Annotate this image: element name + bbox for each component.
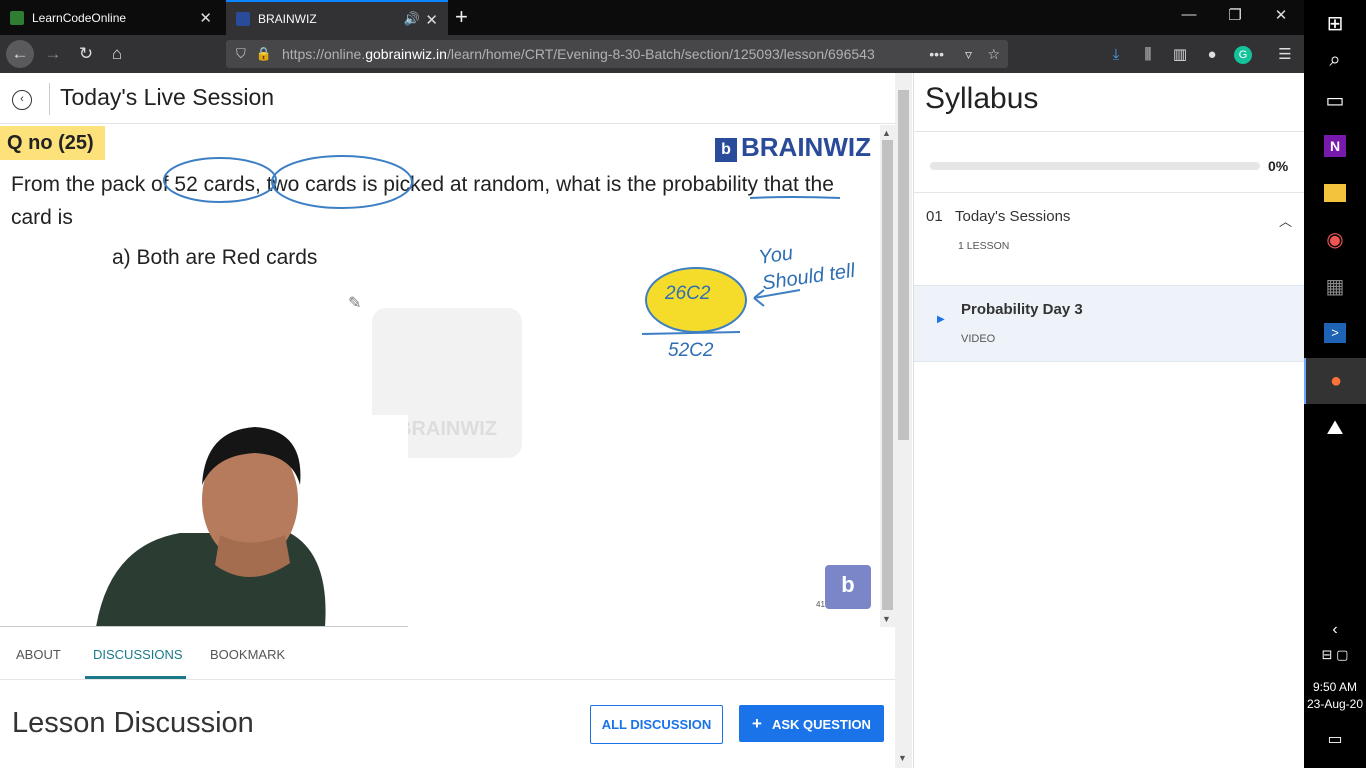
menu-hamburger-icon[interactable]: ☰ <box>1275 45 1295 65</box>
firefox-icon[interactable]: ● <box>1304 358 1366 404</box>
ask-question-button[interactable]: + ASK QUESTION <box>739 705 884 742</box>
notifications-icon[interactable]: ▭ <box>1304 716 1366 762</box>
download-icon[interactable]: ⤓ <box>1106 45 1126 65</box>
pen-cursor-icon: ✎ <box>348 295 362 312</box>
browser-tab-brainwiz[interactable]: BRAINWIZ 🔊 ✕ <box>226 0 448 35</box>
lesson-type: VIDEO <box>961 333 996 345</box>
url-bar[interactable]: ⛉ 🔒 https://online. gobrainwiz.in/learn/h… <box>226 40 1008 68</box>
url-prefix: https://online. <box>281 46 366 62</box>
tab-title: LearnCodeOnline <box>32 10 127 25</box>
brainwiz-favicon-icon <box>236 11 250 26</box>
page-scrollbar-thumb[interactable] <box>898 90 909 440</box>
syllabus-panel <box>913 73 1304 768</box>
system-clock[interactable]: 9:50 AM 23-Aug-20 <box>1304 679 1366 713</box>
sidebar-icon[interactable]: ▥ <box>1170 45 1190 65</box>
video-scrollbar-thumb[interactable] <box>882 140 893 610</box>
onenote-icon[interactable]: N <box>1304 123 1366 169</box>
powershell-icon[interactable]: > <box>1304 310 1366 356</box>
syllabus-divider <box>914 131 1304 132</box>
active-tab-underline <box>85 676 186 679</box>
file-explorer-icon[interactable] <box>1304 170 1366 216</box>
page-scroll-down-icon[interactable]: ▼ <box>898 753 907 763</box>
tab-about[interactable]: ABOUT <box>16 647 61 662</box>
lesson-title[interactable]: Probability Day 3 <box>961 301 1083 318</box>
back-arrow-icon[interactable]: ← <box>6 40 34 68</box>
section-number: 01 <box>926 208 943 225</box>
discussion-heading: Lesson Discussion <box>12 707 254 739</box>
back-circle-icon[interactable]: ‹ <box>12 90 32 110</box>
syllabus-divider <box>914 192 1304 193</box>
presenter-figure <box>96 427 326 626</box>
speaker-icon[interactable]: 🔊 <box>404 11 420 27</box>
annotation-numerator: 26C2 <box>665 283 711 304</box>
calculator-icon[interactable]: ▦ <box>1304 263 1366 309</box>
more-actions-icon[interactable]: ••• <box>929 46 944 62</box>
maximize-icon[interactable]: ❐ <box>1212 6 1258 24</box>
close-tab-icon[interactable]: ✕ <box>199 9 212 27</box>
chevron-up-icon[interactable]: ︿ <box>1279 211 1292 230</box>
question-number-label: Q no (25) <box>0 126 105 160</box>
url-path: /learn/home/CRT/Evening-8-30-Batch/secti… <box>446 46 875 62</box>
corner-number: 41 <box>816 600 825 609</box>
photos-icon[interactable]: ⛰ <box>1304 405 1366 451</box>
annotation-denominator: 52C2 <box>668 340 714 361</box>
page-title: Today's Live Session <box>60 84 275 110</box>
network-icon[interactable]: ⊟ ▢ <box>1304 632 1366 678</box>
shield-icon[interactable]: ⛉ <box>236 46 246 62</box>
learncodeonline-favicon-icon <box>10 10 24 25</box>
scroll-down-arrow-icon[interactable]: ▼ <box>882 614 891 624</box>
progress-bar <box>930 162 1260 170</box>
syllabus-title: Syllabus <box>925 82 1039 115</box>
brainwiz-corner-logo: b <box>825 565 871 609</box>
minimize-icon[interactable]: — <box>1166 6 1212 23</box>
lesson-item[interactable] <box>914 285 1304 362</box>
reload-icon[interactable]: ↻ <box>73 42 99 66</box>
progress-percent: 0% <box>1268 158 1289 174</box>
clock-date: 23-Aug-20 <box>1306 697 1364 711</box>
all-discussion-button[interactable]: ALL DISCUSSION <box>590 705 723 744</box>
pocket-icon[interactable]: ▿ <box>965 46 972 63</box>
browser-tab-learncodeonline[interactable]: LearnCodeOnline ✕ <box>0 0 222 35</box>
forward-arrow-icon[interactable]: → <box>40 42 66 66</box>
url-host: gobrainwiz.in <box>365 46 447 62</box>
presenter-video <box>0 415 408 627</box>
section-lesson-count: 1 LESSON <box>958 240 1010 252</box>
play-icon: ▶ <box>937 314 945 325</box>
task-view-icon[interactable]: ▭ <box>1304 77 1366 123</box>
bookmark-star-icon[interactable]: ☆ <box>987 46 1000 63</box>
account-icon[interactable]: ● <box>1202 45 1222 65</box>
media-player-icon[interactable]: ◉ <box>1304 216 1366 262</box>
scroll-up-arrow-icon[interactable]: ▲ <box>882 128 891 138</box>
tab-title: BRAINWIZ <box>258 11 317 26</box>
section-title[interactable]: Today's Sessions <box>955 208 1070 225</box>
home-icon[interactable]: ⌂ <box>104 42 130 66</box>
library-icon[interactable]: ⫼ <box>1138 45 1158 65</box>
lock-icon[interactable]: 🔒 <box>256 46 272 62</box>
new-tab-plus-icon[interactable]: + <box>455 4 468 30</box>
tab-bookmark[interactable]: BOOKMARK <box>210 647 285 662</box>
clock-time: 9:50 AM <box>1312 680 1358 694</box>
grammarly-icon[interactable]: G <box>1234 46 1252 64</box>
ask-question-label: ASK QUESTION <box>771 717 871 732</box>
plus-icon: + <box>752 714 762 733</box>
header-divider <box>49 83 50 115</box>
close-window-icon[interactable]: ✕ <box>1258 6 1304 24</box>
tab-discussions[interactable]: DISCUSSIONS <box>93 647 183 662</box>
close-tab-icon[interactable]: ✕ <box>425 11 438 29</box>
